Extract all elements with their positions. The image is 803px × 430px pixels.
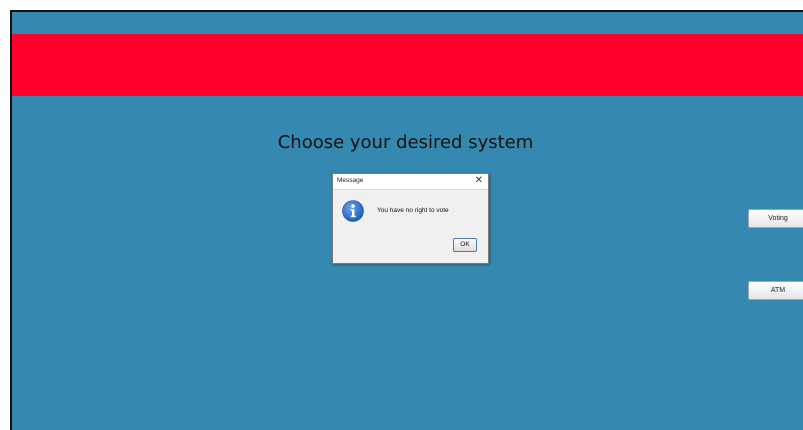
dialog-title: Message [337,177,364,184]
atm-button[interactable]: ATM [748,281,803,300]
ok-button[interactable]: OK [453,238,477,252]
dialog-titlebar: Message ✕ [333,174,488,190]
close-icon[interactable]: ✕ [475,175,483,187]
header-banner [12,34,803,96]
dialog-message: You have no right to vote [377,207,449,214]
message-dialog: Message ✕ You have no right to vote OK [332,173,489,264]
info-icon [342,200,364,222]
app-window: Choose your desired system Voting ATM Me… [10,10,803,430]
voting-button[interactable]: Voting [748,209,803,228]
page-title: Choose your desired system [277,132,534,153]
